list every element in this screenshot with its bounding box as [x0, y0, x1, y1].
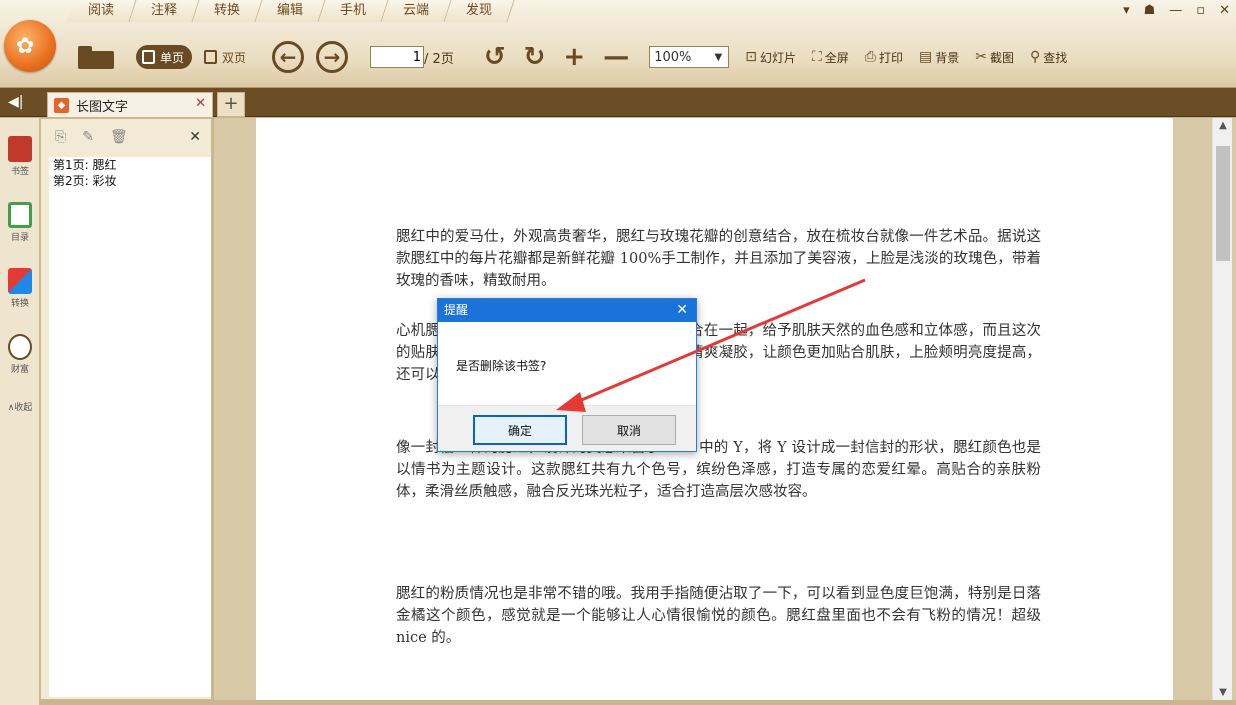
add-tab-button[interactable]: + [217, 92, 245, 117]
menu-edit[interactable]: 编辑 [255, 0, 326, 22]
add-bookmark-icon[interactable]: ⎘ [55, 129, 66, 145]
toolbar: 单页 双页 ← → / 2页 ↺ ↻ + — 100%▼ ⊡幻灯片 ⛶全屏 ⎙打… [76, 36, 1067, 78]
bookmark-tools: ⎘ ✎ 🗑 [41, 119, 211, 155]
confirm-button[interactable]: 确定 [473, 415, 567, 445]
prev-page-button[interactable]: ← [272, 41, 305, 73]
top-bar: ✿ 阅读 注释 转换 编辑 手机 云端 发现 ▾ ☗ — ▫ ✕ 单页 双页 ←… [0, 0, 1236, 88]
bookmark-icon [8, 136, 32, 162]
collapse-sidebar-icon[interactable]: ◀| [8, 94, 23, 110]
paragraph: 腮红中的爱马仕，外观高贵奢华，腮红与玫瑰花瓣的创意结合，放在梳妆台就像一件艺术品… [396, 229, 1041, 289]
dialog-title-bar: 提醒 ✕ [438, 299, 696, 322]
fullscreen-icon: ⛶ [811, 49, 822, 65]
print-button[interactable]: ⎙ 打印 [865, 49, 903, 66]
rail-convert[interactable]: 转换 [0, 268, 40, 309]
bookmark-list: 第1页: 腮红 第2页: 彩妆 [49, 157, 211, 697]
background-button[interactable]: ▤ 背景 [919, 49, 959, 66]
tab-document[interactable]: ◆ 长图文字 ✕ [47, 92, 213, 117]
next-page-button[interactable]: → [316, 41, 349, 73]
zoom-select[interactable]: 100% ▼ [649, 46, 730, 68]
menu-convert[interactable]: 转换 [192, 0, 263, 22]
find-button[interactable]: ⚲ 查找 [1030, 49, 1067, 66]
menu-discover[interactable]: 发现 [444, 0, 515, 22]
minimize-icon[interactable]: — [1169, 3, 1182, 18]
rotate-right-icon[interactable]: ↻ [524, 44, 546, 70]
double-page-button[interactable]: 双页 [198, 45, 254, 69]
screenshot-button[interactable]: ✂ 截图 [975, 49, 1014, 66]
rail-toc[interactable]: 目录 [0, 202, 40, 243]
slideshow-icon: ⊡ [745, 49, 757, 65]
vertical-scrollbar[interactable]: ▲ ▼ [1212, 118, 1232, 700]
rail-wealth[interactable]: 财富 [0, 334, 40, 375]
skin-icon[interactable]: ☗ [1144, 3, 1156, 18]
tab-bar: ◀| ◆ 长图文字 ✕ + [0, 88, 1236, 117]
fullscreen-button[interactable]: ⛶ 全屏 [812, 49, 849, 66]
chevron-down-icon: ▼ [714, 51, 723, 63]
open-folder-icon[interactable] [76, 44, 116, 70]
money-bag-icon [8, 334, 32, 360]
scroll-thumb[interactable] [1216, 146, 1230, 261]
page-number-input[interactable] [370, 46, 425, 68]
scroll-down-icon[interactable]: ▼ [1213, 687, 1233, 698]
app-logo[interactable]: ✿ [4, 20, 56, 72]
menu-cloud[interactable]: 云端 [381, 0, 452, 22]
slideshow-button[interactable]: ⊡ 幻灯片 [745, 49, 796, 66]
page-icon [142, 50, 155, 64]
close-panel-icon[interactable]: ✕ [189, 129, 201, 145]
zoom-out-icon[interactable]: — [603, 44, 629, 70]
bookmark-panel: ⎘ ✎ 🗑 ✕ 第1页: 腮红 第2页: 彩妆 [40, 118, 212, 700]
convert-icon [8, 268, 32, 294]
left-rail: 书签 目录 转换 财富 ∧收起 [0, 118, 40, 705]
rail-collapse[interactable]: ∧收起 [0, 400, 40, 413]
main-menu: 阅读 注释 转换 编辑 手机 云端 发现 [66, 0, 515, 22]
edit-icon[interactable]: ✎ [82, 129, 94, 145]
maximize-icon[interactable]: ▫ [1196, 3, 1205, 18]
dialog-message: 是否删除该书签? [456, 359, 547, 373]
tab-close-icon[interactable]: ✕ [195, 96, 206, 111]
scissors-icon: ✂ [975, 49, 987, 65]
dialog-footer: 确定 取消 [438, 405, 696, 451]
double-page-icon [204, 50, 218, 64]
scroll-up-icon[interactable]: ▲ [1213, 120, 1233, 131]
delete-icon[interactable]: 🗑 [110, 129, 128, 145]
bookmark-item[interactable]: 第1页: 腮红 [49, 157, 211, 173]
toc-icon [8, 202, 32, 228]
dropdown-icon[interactable]: ▾ [1123, 3, 1130, 18]
close-icon[interactable]: ✕ [1219, 3, 1230, 18]
zoom-in-icon[interactable]: + [563, 44, 585, 70]
rotate-left-icon[interactable]: ↺ [484, 44, 506, 70]
page-indicator: / 2页 [370, 46, 454, 68]
menu-annotate[interactable]: 注释 [129, 0, 200, 22]
paragraph: 腮红的粉质情况也是非常不错的哦。我用手指随便沾取了一下，可以看到显色度巨饱满，特… [396, 586, 1041, 646]
dialog-close-icon[interactable]: ✕ [676, 299, 688, 322]
search-icon: ⚲ [1030, 49, 1041, 65]
confirm-dialog: 提醒 ✕ 是否删除该书签? 确定 取消 [437, 298, 697, 452]
document-icon: ◆ [54, 97, 69, 113]
window-controls: ▾ ☗ — ▫ ✕ [1123, 0, 1230, 20]
cancel-button[interactable]: 取消 [582, 415, 676, 445]
single-page-button[interactable]: 单页 [136, 45, 193, 69]
bookmark-item[interactable]: 第2页: 彩妆 [49, 173, 211, 189]
menu-mobile[interactable]: 手机 [318, 0, 389, 22]
logo-icon: ✿ [16, 34, 35, 59]
menu-read[interactable]: 阅读 [66, 0, 137, 22]
background-icon: ▤ [919, 49, 933, 65]
print-icon: ⎙ [864, 49, 876, 65]
rail-bookmark[interactable]: 书签 [0, 136, 40, 177]
